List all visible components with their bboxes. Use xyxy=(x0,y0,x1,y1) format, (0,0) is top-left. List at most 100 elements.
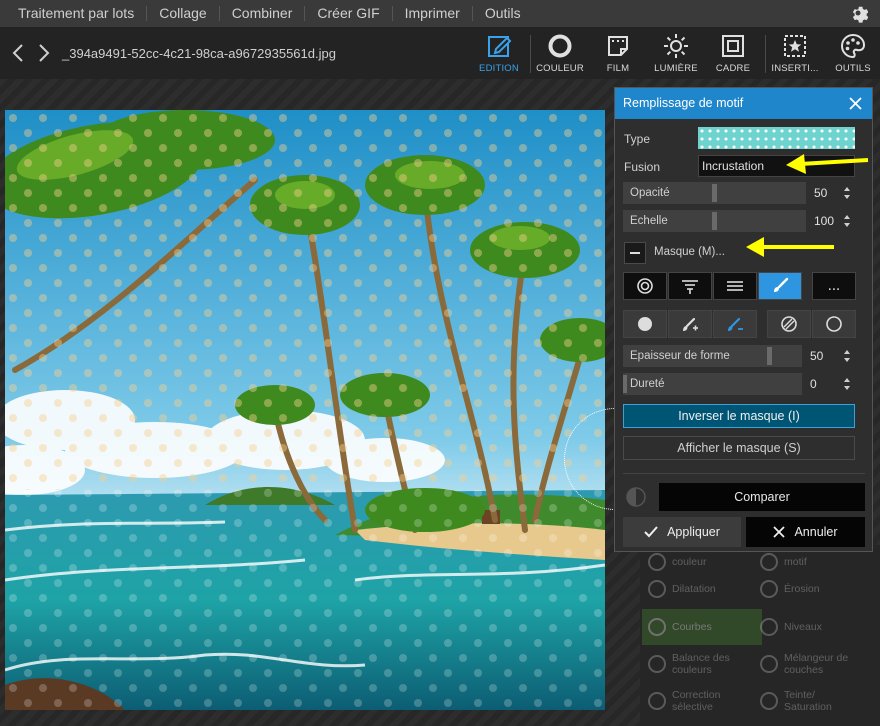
more-options-button[interactable]: ... xyxy=(812,272,856,300)
brush-add-button[interactable] xyxy=(668,310,712,338)
filled-circle-icon xyxy=(638,317,652,331)
hue-saturation-icon xyxy=(760,692,778,710)
erosion-icon xyxy=(760,580,778,598)
gradient-filter-icon xyxy=(682,280,698,294)
effect-hue-saturation[interactable]: Teinte/ Saturation xyxy=(760,689,832,713)
top-menu-bar: Traitement par lots Collage Combiner Cré… xyxy=(0,0,880,27)
effect-erosion[interactable]: Érosion xyxy=(760,580,820,598)
brush-mask-button[interactable] xyxy=(758,272,802,300)
menu-print[interactable]: Imprimer xyxy=(393,6,473,21)
tool-edition[interactable]: EDITION xyxy=(469,33,529,77)
spinner-arrows-icon[interactable] xyxy=(843,377,851,391)
tool-cadre[interactable]: CADRE xyxy=(703,33,763,77)
levels-icon xyxy=(760,618,778,636)
effect-fill-color[interactable]: couleur xyxy=(648,553,706,571)
slider-thumb[interactable] xyxy=(623,375,627,393)
invert-mask-button[interactable]: Inverser le masque (I) xyxy=(623,404,855,428)
brush-tool-buttons xyxy=(623,310,857,338)
checkmark-icon xyxy=(644,526,658,538)
fusion-label: Fusion xyxy=(624,160,661,174)
effect-color-balance[interactable]: Balance des couleurs xyxy=(648,652,730,676)
menu-create-gif[interactable]: Créer GIF xyxy=(305,6,393,21)
menu-collage[interactable]: Collage xyxy=(147,6,220,21)
pattern-icon xyxy=(760,553,778,571)
lines-icon xyxy=(727,281,743,291)
palette-icon xyxy=(841,33,866,59)
back-arrow-icon[interactable] xyxy=(11,43,25,63)
hardness-value[interactable]: 0 xyxy=(810,377,817,391)
menu-batch[interactable]: Traitement par lots xyxy=(0,6,148,21)
apply-button[interactable]: Appliquer xyxy=(623,517,741,547)
radial-target-icon xyxy=(637,278,653,294)
tool-film[interactable]: FILM xyxy=(588,33,648,77)
annotation-arrow-mask xyxy=(746,237,834,257)
brush-icon xyxy=(774,277,789,292)
cancel-button[interactable]: Annuler xyxy=(746,517,865,547)
spinner-arrows-icon[interactable] xyxy=(843,214,851,228)
file-name: _394a9491-52cc-4c21-98ca-a9672935561d.jp… xyxy=(62,46,336,61)
mask-mode-buttons: ... xyxy=(623,272,857,300)
spinner-arrows-icon[interactable] xyxy=(843,349,851,363)
compare-button[interactable]: Comparer xyxy=(659,483,865,511)
opacity-label: Opacité xyxy=(630,187,670,199)
slider-thumb[interactable] xyxy=(712,212,717,230)
menu-combine[interactable]: Combiner xyxy=(220,6,306,21)
effect-pattern-fill[interactable]: motif xyxy=(760,553,807,571)
film-icon xyxy=(608,36,628,56)
spinner-arrows-icon[interactable] xyxy=(843,186,851,200)
effect-channel-mixer[interactable]: Mélangeur de couches xyxy=(760,652,848,676)
slider-thumb[interactable] xyxy=(767,347,772,365)
tool-couleur[interactable]: COULEUR xyxy=(530,33,590,77)
soft-brush-button[interactable] xyxy=(812,310,856,338)
dialog-title-bar: Remplissage de motif xyxy=(615,88,872,119)
dilatation-icon xyxy=(648,580,666,598)
tool-lumiere[interactable]: LUMIÈRE xyxy=(646,33,706,77)
hatched-brush-button[interactable] xyxy=(767,310,811,338)
radial-mask-button[interactable] xyxy=(623,272,667,300)
close-x-icon xyxy=(773,526,786,538)
scale-slider[interactable]: Echelle xyxy=(623,210,806,232)
empty-circle-icon xyxy=(826,316,842,332)
effect-levels[interactable]: Niveaux xyxy=(760,618,822,636)
gradient-mask-button[interactable] xyxy=(668,272,712,300)
compare-toggle-icon[interactable] xyxy=(624,485,648,509)
hatched-circle-icon xyxy=(781,316,797,332)
dialog-title: Remplissage de motif xyxy=(623,96,744,110)
sun-icon xyxy=(664,34,688,58)
scale-value[interactable]: 100 xyxy=(814,214,834,228)
menu-tools[interactable]: Outils xyxy=(473,6,533,21)
curves-icon xyxy=(648,618,666,636)
divider xyxy=(623,473,865,474)
effect-curves[interactable]: Courbes xyxy=(642,609,762,645)
effect-dilatation[interactable]: Dilatation xyxy=(648,580,716,598)
show-mask-button[interactable]: Afficher le masque (S) xyxy=(623,436,855,460)
tool-outils[interactable]: OUTILS xyxy=(823,33,880,77)
pattern-type-selector[interactable] xyxy=(698,127,855,149)
color-circle-icon xyxy=(548,34,572,58)
channel-mixer-icon xyxy=(760,655,778,673)
shape-thickness-value[interactable]: 50 xyxy=(810,349,823,363)
slider-thumb[interactable] xyxy=(712,184,717,202)
mask-label[interactable]: Masque (M)... xyxy=(654,246,725,258)
shape-thickness-slider[interactable]: Epaisseur de forme xyxy=(623,345,802,367)
opacity-value[interactable]: 50 xyxy=(814,186,827,200)
close-icon[interactable] xyxy=(849,97,862,110)
brush-shape-button[interactable] xyxy=(623,310,667,338)
forward-arrow-icon[interactable] xyxy=(37,43,51,63)
edited-image[interactable] xyxy=(5,110,605,710)
hardness-slider[interactable]: Dureté xyxy=(623,373,802,395)
shape-thickness-label: Epaisseur de forme xyxy=(630,350,730,362)
annotation-arrow-fusion xyxy=(786,154,869,174)
linear-mask-button[interactable] xyxy=(713,272,757,300)
mask-collapse-toggle[interactable] xyxy=(624,242,646,264)
brush-erase-button[interactable] xyxy=(713,310,757,338)
tool-insertion[interactable]: INSERTI... xyxy=(765,33,825,77)
brush-minus-icon xyxy=(728,317,743,331)
color-balance-icon xyxy=(648,655,666,673)
effect-selective-correction[interactable]: Correction sélective xyxy=(648,689,720,713)
scale-label: Echelle xyxy=(630,215,668,227)
opacity-slider[interactable]: Opacité xyxy=(623,182,806,204)
brush-plus-icon xyxy=(683,317,698,331)
gear-icon[interactable] xyxy=(848,3,868,23)
insert-star-icon xyxy=(784,35,806,57)
